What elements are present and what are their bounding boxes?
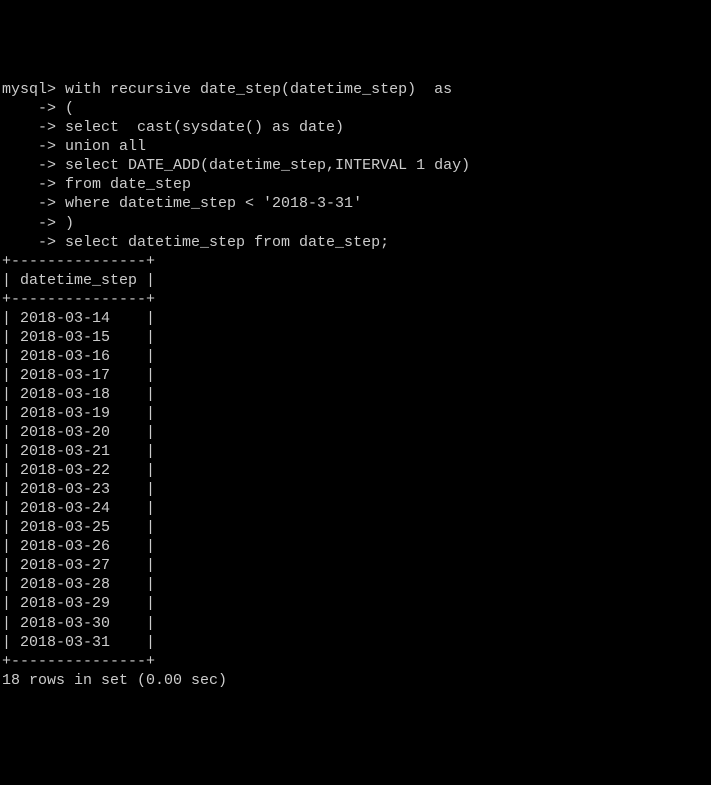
prompt-continuation: -> <box>2 100 65 117</box>
prompt-continuation: -> <box>2 176 65 193</box>
sql-line: union all <box>65 138 146 155</box>
table-row: | 2018-03-14 | <box>2 310 155 327</box>
prompt-continuation: -> <box>2 157 65 174</box>
table-row: | 2018-03-21 | <box>2 443 155 460</box>
table-row: | 2018-03-29 | <box>2 595 155 612</box>
table-header: | datetime_step | <box>2 272 155 289</box>
sql-line: ) <box>65 215 74 232</box>
prompt-continuation: -> <box>2 195 65 212</box>
result-summary: 18 rows in set (0.00 sec) <box>2 672 227 689</box>
table-row: | 2018-03-31 | <box>2 634 155 651</box>
prompt-continuation: -> <box>2 119 65 136</box>
sql-line: where datetime_step < '2018-3-31' <box>65 195 362 212</box>
table-row: | 2018-03-30 | <box>2 615 155 632</box>
table-row: | 2018-03-17 | <box>2 367 155 384</box>
prompt-continuation: -> <box>2 234 65 251</box>
table-row: | 2018-03-18 | <box>2 386 155 403</box>
table-row: | 2018-03-28 | <box>2 576 155 593</box>
sql-line: ( <box>65 100 74 117</box>
table-row: | 2018-03-22 | <box>2 462 155 479</box>
sql-line: select DATE_ADD(datetime_step,INTERVAL 1… <box>65 157 470 174</box>
table-row: | 2018-03-26 | <box>2 538 155 555</box>
table-row: | 2018-03-24 | <box>2 500 155 517</box>
table-border: +---------------+ <box>2 653 155 670</box>
sql-line: select cast(sysdate() as date) <box>65 119 344 136</box>
table-row: | 2018-03-15 | <box>2 329 155 346</box>
table-row: | 2018-03-27 | <box>2 557 155 574</box>
prompt-continuation: -> <box>2 138 65 155</box>
sql-line: with recursive date_step(datetime_step) … <box>65 81 452 98</box>
sql-line: select datetime_step from date_step; <box>65 234 389 251</box>
prompt-continuation: -> <box>2 215 65 232</box>
table-row: | 2018-03-25 | <box>2 519 155 536</box>
table-row: | 2018-03-20 | <box>2 424 155 441</box>
table-border: +---------------+ <box>2 291 155 308</box>
terminal-output: mysql> with recursive date_step(datetime… <box>2 80 709 690</box>
sql-line: from date_step <box>65 176 191 193</box>
table-row: | 2018-03-19 | <box>2 405 155 422</box>
table-row: | 2018-03-16 | <box>2 348 155 365</box>
table-border: +---------------+ <box>2 253 155 270</box>
table-row: | 2018-03-23 | <box>2 481 155 498</box>
prompt: mysql> <box>2 81 65 98</box>
